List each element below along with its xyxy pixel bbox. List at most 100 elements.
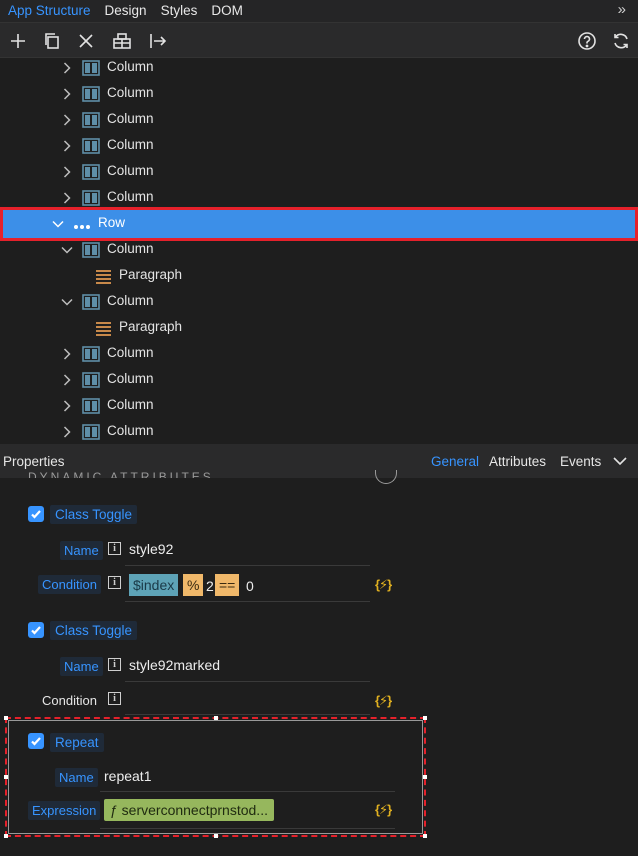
tree-node-label: Column — [107, 293, 154, 308]
condition-token-op[interactable]: == — [215, 574, 240, 596]
chevron-right-icon[interactable] — [60, 191, 74, 205]
class-toggle-1-label[interactable]: Class Toggle — [50, 505, 138, 524]
divider — [125, 601, 370, 602]
tree-node-label: Column — [107, 371, 154, 386]
top-tab-bar: App Structure Design Styles DOM » — [0, 0, 638, 22]
repeat-expression-value[interactable]: ƒ serverconnectprnstod... — [104, 799, 274, 821]
tree-node-column[interactable]: Column — [0, 159, 638, 185]
tree-node-paragraph[interactable]: Paragraph — [0, 315, 638, 341]
tree-node-label: Paragraph — [119, 319, 183, 334]
component-icon[interactable] — [111, 30, 133, 52]
chevron-right-icon[interactable] — [60, 399, 74, 413]
dynamic-data-icon[interactable]: {⚡} — [375, 577, 392, 593]
class-toggle-2-name-label: Name — [60, 657, 103, 676]
column-icon — [82, 242, 100, 258]
repeat-expression-label: Expression — [28, 801, 101, 820]
condition-token-num[interactable]: 2 — [206, 578, 214, 594]
divider — [100, 791, 395, 792]
paragraph-icon — [95, 268, 113, 284]
chevron-down-icon[interactable] — [60, 243, 74, 257]
tree-node-label: Row — [98, 215, 126, 230]
tree-node-label: Column — [107, 423, 154, 438]
tab-events[interactable]: Events — [560, 454, 601, 469]
add-icon[interactable] — [7, 30, 29, 52]
duplicate-icon[interactable] — [41, 30, 63, 52]
tree-node-column[interactable]: Column — [0, 289, 638, 315]
tree-node-column[interactable]: Column — [0, 237, 638, 263]
tab-styles[interactable]: Styles — [154, 0, 205, 22]
class-toggle-1-checkbox[interactable] — [28, 506, 44, 522]
tree-node-paragraph[interactable]: Paragraph — [0, 263, 638, 289]
tab-general[interactable]: General — [431, 454, 479, 469]
tree-node-label: Column — [107, 85, 154, 100]
add-attribute-icon[interactable] — [375, 470, 397, 484]
chevron-right-icon[interactable] — [60, 165, 74, 179]
move-into-icon[interactable] — [147, 30, 169, 52]
chevron-right-icon[interactable] — [60, 139, 74, 153]
info-icon[interactable]: i — [108, 576, 121, 589]
chevron-right-icon[interactable] — [60, 425, 74, 439]
delete-icon[interactable] — [75, 30, 97, 52]
repeat-label[interactable]: Repeat — [50, 733, 104, 752]
chevron-down-icon[interactable] — [60, 295, 74, 309]
repeat-name-value[interactable]: repeat1 — [104, 768, 151, 784]
tree-node-label: Column — [107, 59, 154, 74]
divider — [125, 714, 370, 715]
condition-token-var[interactable]: $index — [129, 574, 179, 596]
class-toggle-1-name-value[interactable]: style92 — [129, 541, 173, 557]
condition-token-num[interactable]: 0 — [246, 578, 254, 594]
tab-attributes[interactable]: Attributes — [489, 454, 546, 469]
chevron-right-icon[interactable] — [60, 113, 74, 127]
column-icon — [82, 346, 100, 362]
tree-node-column[interactable]: Column — [0, 419, 638, 444]
tree-node-column[interactable]: Column — [0, 107, 638, 133]
condition-token-op[interactable]: % — [183, 574, 204, 596]
double-chevron-right-icon[interactable]: » — [618, 0, 626, 20]
column-icon — [82, 112, 100, 128]
divider — [100, 828, 395, 829]
column-icon — [82, 164, 100, 180]
dynamic-data-icon[interactable]: {⚡} — [375, 693, 392, 709]
class-toggle-2-name-value[interactable]: style92marked — [129, 657, 220, 673]
chevron-right-icon[interactable] — [60, 61, 74, 75]
column-icon — [82, 372, 100, 388]
info-icon[interactable]: i — [108, 692, 121, 705]
class-toggle-2-label[interactable]: Class Toggle — [50, 621, 138, 640]
column-icon — [82, 294, 100, 310]
tab-app-structure[interactable]: App Structure — [0, 0, 98, 22]
tree-node-column[interactable]: Column — [0, 393, 638, 419]
class-toggle-1-name-label: Name — [60, 541, 103, 560]
column-icon — [82, 424, 100, 440]
chevron-down-icon[interactable] — [612, 453, 628, 469]
properties-panel: DYNAMIC ATTRIBUTES Class Toggle Name i s… — [0, 470, 638, 856]
tree-node-column[interactable]: Column — [0, 367, 638, 393]
column-icon — [82, 138, 100, 154]
tab-design[interactable]: Design — [98, 0, 154, 22]
column-icon — [82, 86, 100, 102]
refresh-icon[interactable] — [610, 30, 632, 52]
tree-node-column[interactable]: Column — [0, 58, 638, 81]
info-icon[interactable]: i — [108, 658, 121, 671]
chevron-down-icon[interactable] — [51, 217, 65, 231]
app-structure-tree: Column Column Column Column Column Column Row C… — [0, 58, 638, 444]
tree-node-label: Column — [107, 241, 154, 256]
tree-node-label: Column — [107, 137, 154, 152]
tree-node-label: Column — [107, 397, 154, 412]
info-icon[interactable]: i — [108, 542, 121, 555]
tree-row-selected[interactable]: Row — [0, 207, 638, 241]
chevron-right-icon[interactable] — [60, 373, 74, 387]
tree-node-label: Column — [107, 163, 154, 178]
divider — [125, 565, 370, 566]
tree-node-column[interactable]: Column — [0, 81, 638, 107]
chevron-right-icon[interactable] — [60, 347, 74, 361]
help-icon[interactable] — [576, 30, 598, 52]
class-toggle-2-checkbox[interactable] — [28, 622, 44, 638]
tree-node-column[interactable]: Column — [0, 133, 638, 159]
tab-dom[interactable]: DOM — [204, 0, 250, 22]
class-toggle-1-condition-label: Condition — [38, 575, 101, 594]
paragraph-icon — [95, 320, 113, 336]
dynamic-data-icon[interactable]: {⚡} — [375, 802, 392, 818]
chevron-right-icon[interactable] — [60, 87, 74, 101]
repeat-checkbox[interactable] — [28, 733, 44, 749]
tree-node-column[interactable]: Column — [0, 341, 638, 367]
